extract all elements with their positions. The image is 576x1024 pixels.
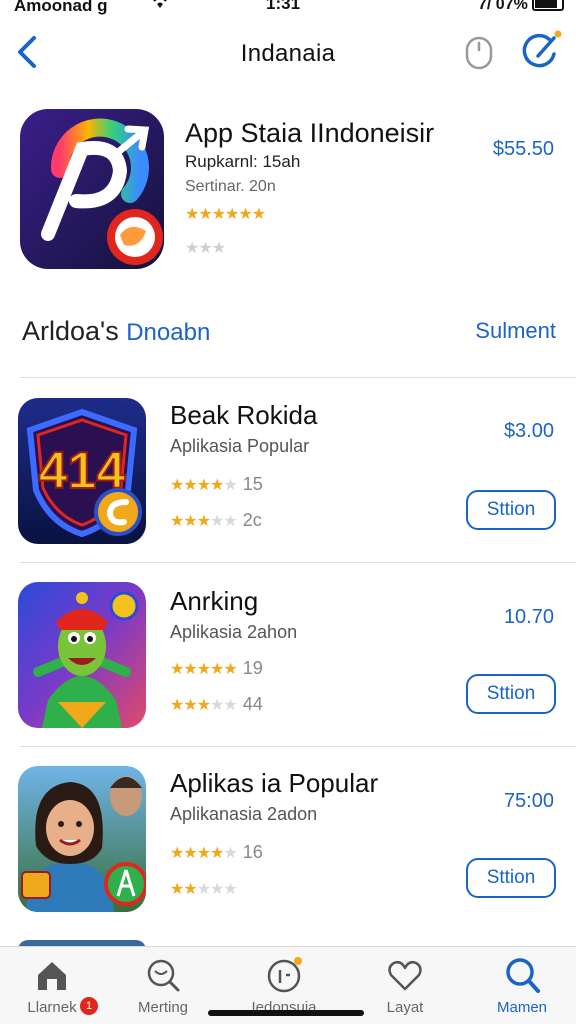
stars-empty: ★★ bbox=[210, 697, 238, 714]
stars-full: ★★★★ bbox=[170, 477, 224, 494]
featured-app-price[interactable]: $55.50 bbox=[493, 138, 554, 161]
stars-empty: ★ bbox=[223, 845, 237, 862]
carrier-label: Amoonad g bbox=[14, 0, 108, 15]
rating-stars-secondary: ★★★★★ 2c bbox=[170, 510, 262, 531]
list-item[interactable]: 414 Beak Rokida Aplikasia Popular ★★★★★ 1… bbox=[0, 396, 576, 566]
battery-icon bbox=[532, 0, 564, 11]
list-item[interactable]: Aplikas ia Popular Aplikanasia 2adon ★★★… bbox=[0, 764, 576, 934]
stars-full: ★★★ bbox=[170, 697, 211, 714]
featured-app-subtitle: Rupkarnl: 15ah bbox=[185, 152, 301, 171]
rating-count: 15 bbox=[242, 474, 263, 494]
rating-stars: ★★★★★ 16 bbox=[170, 842, 263, 863]
rating-count: 44 bbox=[242, 694, 263, 714]
stars-empty: ★ bbox=[223, 477, 237, 494]
app-icon-jester[interactable] bbox=[18, 582, 146, 728]
section-title-main: Arldoa's bbox=[22, 316, 119, 346]
rating-count: 19 bbox=[242, 658, 263, 678]
featured-app-meta: Sertinar. 20n bbox=[185, 178, 276, 195]
compose-icon[interactable] bbox=[520, 30, 562, 72]
app-price: 75:00 bbox=[503, 790, 554, 812]
battery-percent: 7/ 07% bbox=[478, 0, 528, 13]
mouse-icon[interactable] bbox=[464, 36, 494, 70]
app-name: Anrking bbox=[170, 586, 259, 616]
search-icon bbox=[506, 958, 540, 993]
rating-stars-secondary: ★★★★★ 44 bbox=[170, 694, 263, 715]
stars-full: ★★ bbox=[170, 881, 198, 898]
app-subtitle: Aplikasia 2ahon bbox=[170, 622, 298, 642]
stars-full: ★★★★ bbox=[170, 845, 224, 862]
app-name: Aplikas ia Popular bbox=[170, 768, 379, 798]
search-globe-icon bbox=[147, 959, 180, 992]
rating-stars: ★★★★★ 19 bbox=[170, 658, 263, 679]
heart-icon bbox=[388, 960, 422, 991]
list-item[interactable]: Anrking Aplikasia 2ahon ★★★★★ 19 ★★★★★ 44 … bbox=[0, 580, 576, 750]
section-title: Arldoa's Dnoabn bbox=[22, 316, 210, 347]
rating-count: 16 bbox=[242, 842, 263, 862]
section-title-accent: Dnoabn bbox=[126, 319, 211, 346]
featured-app-card[interactable]: App Staia IIndoneisir Rupkarnl: 15ah Ser… bbox=[0, 106, 576, 276]
get-button[interactable]: Sttion bbox=[466, 858, 556, 898]
see-all-link[interactable]: Sulment bbox=[475, 318, 556, 344]
app-subtitle: Aplikanasia 2adon bbox=[170, 804, 318, 824]
wifi-icon bbox=[152, 0, 168, 14]
tab-home[interactable]: Llarnek 1 bbox=[2, 955, 102, 1021]
tab-label: Merting bbox=[137, 999, 189, 1016]
rating-stars-secondary: ★★★★★ bbox=[170, 878, 243, 899]
clock: 1:31 bbox=[266, 0, 301, 13]
home-icon bbox=[38, 962, 66, 990]
featured-rating-stars: ★★★★★★ bbox=[185, 206, 266, 223]
tab-search[interactable]: Mamen bbox=[472, 955, 572, 1021]
tab-label: Layat bbox=[386, 999, 424, 1016]
divider bbox=[20, 377, 576, 378]
get-button[interactable]: Sttion bbox=[466, 490, 556, 530]
notification-badge: 1 bbox=[80, 997, 98, 1015]
stars-empty: ★★ bbox=[210, 513, 238, 530]
divider bbox=[20, 562, 576, 563]
featured-app-title: App Staia IIndoneisir bbox=[185, 118, 435, 148]
status-bar: Amoonad g 1:31 7/ 07% bbox=[0, 0, 576, 22]
rating-stars: ★★★★★ 15 bbox=[170, 474, 263, 495]
app-price: $3.00 bbox=[503, 420, 554, 442]
stars-full: ★★★ bbox=[170, 513, 211, 530]
get-button[interactable]: Sttion bbox=[466, 674, 556, 714]
section-header: Arldoa's Dnoabn Sulment bbox=[0, 312, 576, 352]
rating-count: 2c bbox=[242, 510, 262, 530]
stars-empty: ★★★ bbox=[196, 881, 238, 898]
app-icon-shield[interactable]: 414 bbox=[18, 398, 146, 544]
featured-app-icon[interactable] bbox=[20, 109, 164, 269]
app-subtitle: Aplikasia Popular bbox=[170, 436, 310, 456]
divider bbox=[20, 746, 576, 747]
stars-full: ★★★★★ bbox=[170, 661, 238, 678]
home-indicator[interactable] bbox=[208, 1010, 364, 1016]
app-icon-portrait[interactable] bbox=[18, 766, 146, 912]
featured-rating-stars-secondary: ★★★ bbox=[185, 240, 226, 257]
tab-meeting[interactable]: Merting bbox=[113, 955, 213, 1021]
app-price: 10.70 bbox=[503, 606, 554, 628]
gauge-icon bbox=[267, 957, 302, 993]
nav-bar: Indanaia bbox=[0, 26, 576, 82]
tab-label: Mamen bbox=[496, 999, 548, 1016]
app-name: Beak Rokida bbox=[170, 400, 318, 430]
tab-favorites[interactable]: Layat bbox=[355, 955, 455, 1021]
